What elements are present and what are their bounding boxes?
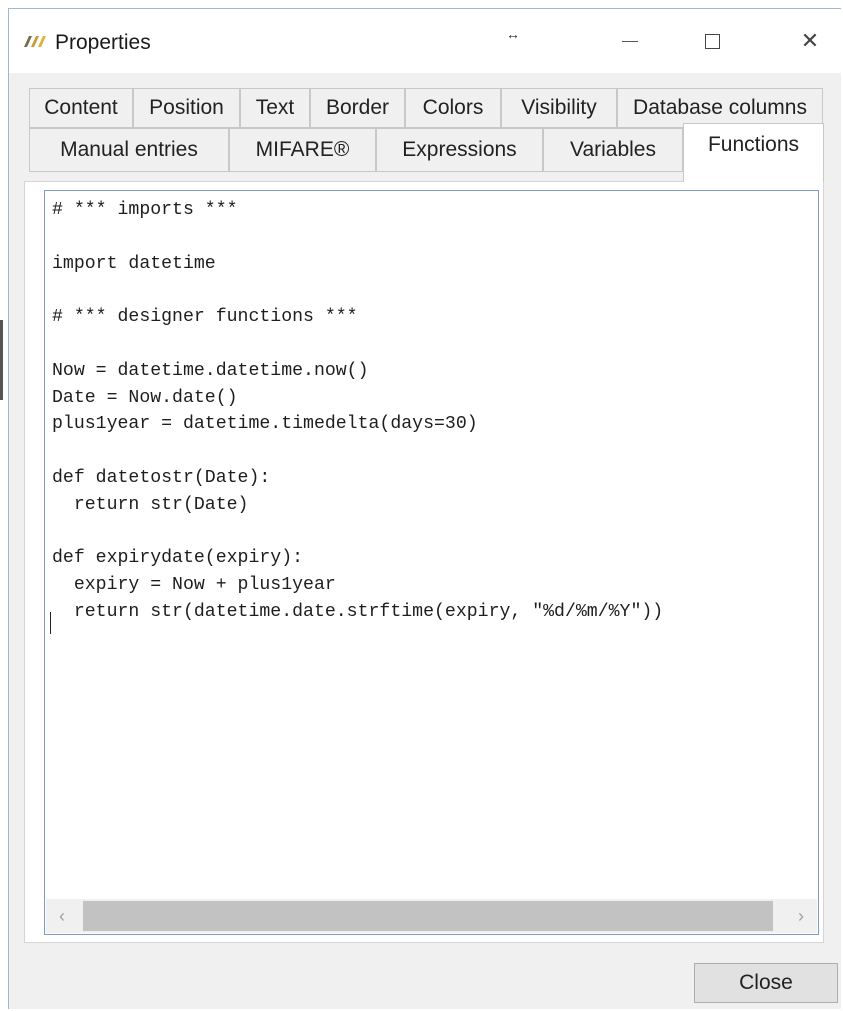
tab-functions[interactable]: Functions <box>683 123 824 182</box>
tab-label: Functions <box>707 133 800 156</box>
code-line: Now = datetime.datetime.now() <box>52 360 369 381</box>
tab-label: Database columns <box>633 96 807 119</box>
code-text[interactable]: # *** imports *** import datetime # *** de… <box>52 197 818 626</box>
text-caret <box>50 612 51 634</box>
properties-dialog: Properties ↔ ✕ Content Position Text Bor… <box>8 8 842 1009</box>
tab-position[interactable]: Position <box>133 88 240 128</box>
tab-label: Manual entries <box>60 138 198 161</box>
code-line: # *** designer functions *** <box>52 307 358 328</box>
code-line: plus1year = datetime.timedelta(days=30) <box>52 414 478 435</box>
maximize-button[interactable] <box>681 9 743 73</box>
functions-code-editor[interactable]: # *** imports *** import datetime # *** de… <box>44 190 819 935</box>
background-edge <box>0 320 3 400</box>
close-button[interactable]: Close <box>694 963 838 1003</box>
tab-variables[interactable]: Variables <box>543 128 683 172</box>
scroll-left-arrow-icon[interactable]: ‹ <box>46 899 78 933</box>
code-line: return str(Date) <box>52 494 249 515</box>
tab-label: Text <box>255 96 295 119</box>
code-line: # *** imports *** <box>52 200 238 220</box>
window-title: Properties <box>55 31 151 54</box>
tab-expressions[interactable]: Expressions <box>376 128 543 172</box>
minimize-button[interactable] <box>599 9 661 73</box>
tab-label: Visibility <box>521 96 597 119</box>
maximize-icon <box>704 33 720 49</box>
code-line: Date = Now.date() <box>52 387 238 408</box>
horizontal-scrollbar[interactable]: ‹ › <box>46 899 817 933</box>
scroll-thumb[interactable] <box>83 901 773 931</box>
code-line: expiry = Now + plus1year <box>52 575 336 596</box>
tab-manual-entries[interactable]: Manual entries <box>29 128 229 172</box>
tab-label: Variables <box>570 138 656 161</box>
tab-label: Expressions <box>402 138 517 161</box>
code-line: return str(datetime.date.strftime(expiry… <box>52 601 664 622</box>
close-button-label: Close <box>739 971 793 994</box>
resize-arrow-icon: ↔ <box>506 26 520 42</box>
tab-colors[interactable]: Colors <box>405 88 501 128</box>
tab-border[interactable]: Border <box>310 88 405 128</box>
code-line: def datetostr(Date): <box>52 467 271 488</box>
code-line: def expirydate(expiry): <box>52 548 304 569</box>
tab-label: MIFARE® <box>255 138 350 161</box>
tab-content[interactable]: Content <box>29 88 133 128</box>
tab-label: Border <box>325 96 390 119</box>
minimize-icon <box>622 40 638 42</box>
tab-label: Position <box>149 96 224 119</box>
tab-mifare[interactable]: MIFARE® <box>229 128 376 172</box>
tab-visibility[interactable]: Visibility <box>501 88 617 128</box>
app-icon <box>24 36 46 47</box>
tab-label: Colors <box>422 96 484 119</box>
title-bar[interactable]: Properties ↔ ✕ <box>9 9 842 73</box>
code-line: import datetime <box>52 253 216 274</box>
close-window-button[interactable]: ✕ <box>779 9 841 73</box>
tab-database-columns[interactable]: Database columns <box>617 88 823 128</box>
scroll-right-arrow-icon[interactable]: › <box>785 899 817 933</box>
tab-text[interactable]: Text <box>240 88 310 128</box>
close-icon: ✕ <box>800 28 820 53</box>
tab-label: Content <box>44 96 118 119</box>
